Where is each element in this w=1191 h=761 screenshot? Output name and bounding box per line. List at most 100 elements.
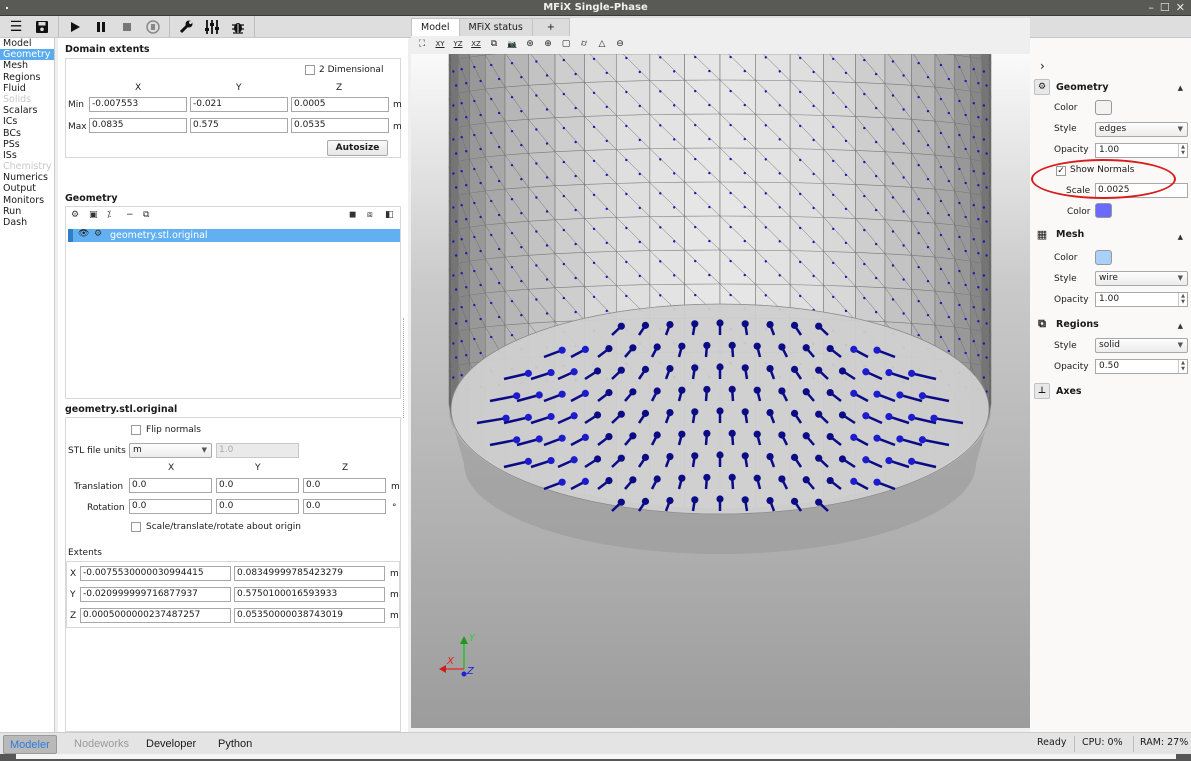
mesh-style-select[interactable]: wire ▼	[1095, 271, 1188, 286]
two-dimensional-checkbox[interactable]	[305, 65, 315, 75]
spin-arrows-icon[interactable]: ▲ ▼	[1178, 144, 1187, 157]
domain-min-x-input[interactable]: -0.007553	[89, 97, 187, 112]
extent-y-max[interactable]: 0.5750100016593933	[234, 587, 385, 602]
window-menu-icon[interactable]	[6, 7, 8, 9]
geometry-add-icon[interactable]: ⊛	[523, 39, 537, 49]
wrench-icon[interactable]	[174, 17, 198, 37]
geometry-visual-header[interactable]: ⚙ Geometry	[1034, 79, 1109, 95]
nav-item-fluid[interactable]: Fluid	[0, 83, 54, 94]
tab-mfix-status[interactable]: MFiX status	[458, 18, 533, 36]
perspective-icon[interactable]: ⧉	[487, 39, 501, 49]
extent-z-min[interactable]: 0.0005000000237487257	[80, 608, 231, 623]
domain-max-z-input[interactable]: 0.0535	[291, 118, 389, 133]
geometry-visual-icon[interactable]: ⚙	[1034, 79, 1050, 95]
geometry-style-select[interactable]: edges ▼	[1095, 122, 1188, 137]
menu-icon[interactable]: ☰	[4, 17, 28, 37]
union-icon[interactable]: ◼	[349, 210, 356, 220]
nav-item-mesh[interactable]: Mesh	[0, 60, 54, 71]
spin-arrows-icon[interactable]: ▲ ▼	[1178, 293, 1187, 306]
geometry-color-swatch[interactable]	[1095, 100, 1112, 115]
regions-style-select[interactable]: solid ▼	[1095, 338, 1188, 353]
fit-view-icon[interactable]: ⛶	[415, 39, 429, 49]
nav-item-model[interactable]: Model	[0, 38, 54, 49]
axes-visual-header[interactable]: ⊥ Axes	[1034, 383, 1082, 399]
close-icon[interactable]: ✕	[1176, 0, 1185, 16]
translation-y-input[interactable]: 0.0	[216, 478, 299, 493]
nav-item-monitors[interactable]: Monitors	[0, 195, 54, 206]
rotation-x-input[interactable]: 0.0	[129, 499, 212, 514]
intersect-icon[interactable]: ⧈	[367, 210, 373, 220]
regions-opacity-spinbox[interactable]: 0.50 ▲ ▼	[1095, 359, 1188, 374]
rotation-z-input[interactable]: 0.0	[303, 499, 386, 514]
domain-max-y-input[interactable]: 0.575	[190, 118, 288, 133]
save-icon[interactable]	[30, 17, 54, 37]
copy-icon[interactable]: ⧉	[143, 210, 149, 220]
geometry-opacity-spinbox[interactable]: 1.00 ▲ ▼	[1095, 143, 1188, 158]
nav-item-scalars[interactable]: Scalars	[0, 105, 54, 116]
tab-model[interactable]: Model	[411, 18, 460, 36]
mesh-color-swatch[interactable]	[1095, 250, 1112, 265]
nav-item-bcs[interactable]: BCs	[0, 128, 54, 139]
regions-box-icon[interactable]: ⧉	[1034, 317, 1050, 331]
domain-min-y-input[interactable]: -0.021	[190, 97, 288, 112]
mode-tab-developer[interactable]: Developer	[140, 735, 202, 754]
nav-item-geometry[interactable]: Geometry	[0, 49, 54, 61]
normals-color-swatch[interactable]	[1095, 203, 1112, 218]
flip-normals-checkbox[interactable]	[131, 425, 141, 435]
extent-x-min[interactable]: -0.0075530000030994415	[80, 566, 231, 581]
add-geometry-icon[interactable]: ⚙	[71, 210, 79, 220]
mesh-grid-icon[interactable]: ▦	[1034, 228, 1050, 241]
show-normals-checkbox[interactable]: ✓	[1056, 166, 1066, 176]
nav-item-pss[interactable]: PSs	[0, 139, 54, 150]
box-icon[interactable]: ▢	[559, 39, 573, 49]
splitter-handle[interactable]	[403, 318, 406, 418]
filter-geometry-icon[interactable]: ▣	[89, 210, 98, 220]
pause-icon[interactable]	[89, 17, 113, 37]
geometry-tree-item[interactable]: 👁 ⚙ geometry.stl.original	[68, 229, 400, 242]
rotation-y-input[interactable]: 0.0	[216, 499, 299, 514]
difference-icon[interactable]: ◧	[385, 210, 394, 220]
mesh-collapse-icon[interactable]: ▲	[1178, 233, 1183, 241]
sphere-icon[interactable]: ⊕	[541, 39, 555, 49]
view-xz-icon[interactable]: XZ	[469, 40, 483, 48]
about-origin-checkbox[interactable]	[131, 522, 141, 532]
extent-x-max[interactable]: 0.08349999785423279	[234, 566, 385, 581]
play-icon[interactable]	[63, 17, 87, 37]
mode-tab-modeler[interactable]: Modeler	[3, 735, 57, 754]
nav-item-ics[interactable]: ICs	[0, 116, 54, 127]
cylinder-icon[interactable]: ⌭	[577, 39, 591, 49]
sliders-icon[interactable]	[200, 17, 224, 37]
axes-icon[interactable]: ⊥	[1034, 383, 1050, 399]
minimize-icon[interactable]: –	[1148, 0, 1154, 16]
nav-item-output[interactable]: Output	[0, 183, 54, 194]
nav-item-numerics[interactable]: Numerics	[0, 172, 54, 183]
cone-icon[interactable]: △	[595, 39, 609, 49]
spin-arrows-icon[interactable]: ▲ ▼	[1178, 360, 1187, 373]
bug-icon[interactable]	[226, 17, 250, 37]
domain-max-x-input[interactable]: 0.0835	[89, 118, 187, 133]
nav-item-dash[interactable]: Dash	[0, 217, 54, 228]
translation-x-input[interactable]: 0.0	[129, 478, 212, 493]
add-tab-button[interactable]: +	[531, 18, 570, 36]
reset-icon[interactable]	[141, 17, 165, 37]
mode-tab-nodeworks[interactable]: Nodeworks	[68, 735, 135, 754]
nav-item-run[interactable]: Run	[0, 206, 54, 217]
extent-z-max[interactable]: 0.05350000038743019	[234, 608, 385, 623]
mesh-opacity-spinbox[interactable]: 1.00 ▲ ▼	[1095, 292, 1188, 307]
domain-min-z-input[interactable]: 0.0005	[291, 97, 389, 112]
stop-icon[interactable]	[115, 17, 139, 37]
3d-viewport[interactable]: Y X Z	[411, 54, 1030, 728]
torus-icon[interactable]: ⊖	[613, 39, 627, 49]
mesh-visual-header[interactable]: ▦ Mesh	[1034, 228, 1085, 241]
regions-collapse-icon[interactable]: ▲	[1178, 322, 1183, 330]
eye-icon[interactable]: 👁	[78, 229, 89, 239]
maximize-icon[interactable]: ☐	[1160, 0, 1170, 16]
autosize-button[interactable]: Autosize	[327, 140, 388, 156]
remove-icon[interactable]: −	[126, 210, 134, 220]
view-xy-icon[interactable]: XY	[433, 40, 447, 48]
extent-y-min[interactable]: -0.020999999716877937	[80, 587, 231, 602]
wand-icon[interactable]: ⁒	[107, 210, 111, 220]
expand-panel-icon[interactable]: ›	[1040, 59, 1045, 73]
stl-units-select[interactable]: m ▼	[129, 443, 212, 458]
view-yz-icon[interactable]: YZ	[451, 40, 465, 48]
